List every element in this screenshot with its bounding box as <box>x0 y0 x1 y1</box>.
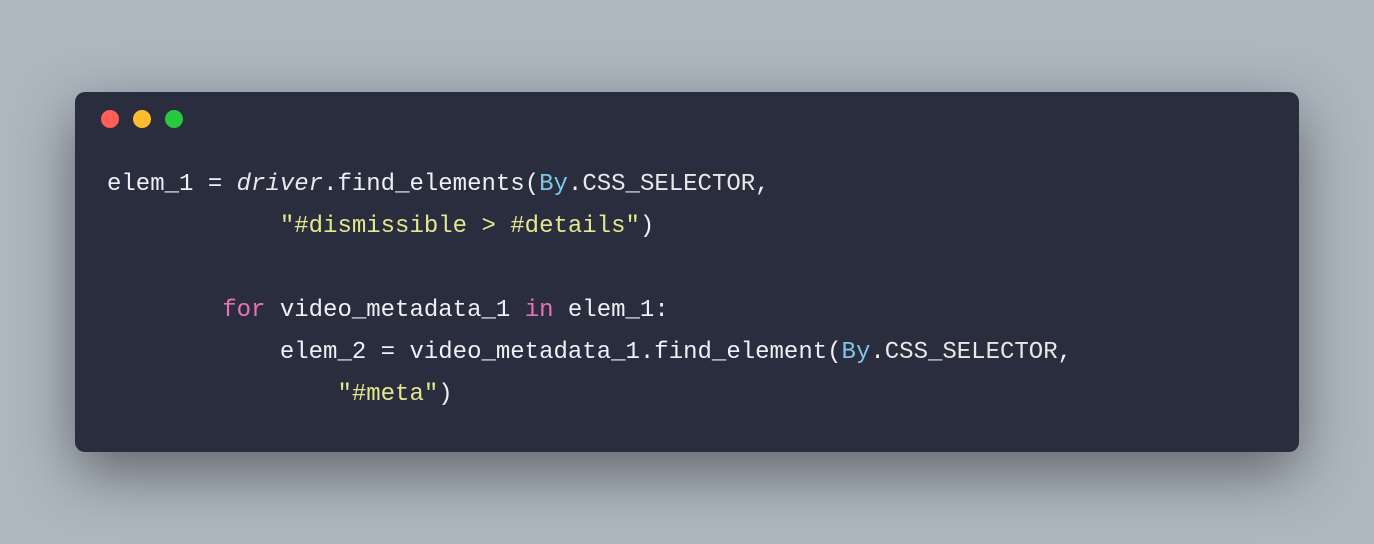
minimize-icon[interactable] <box>133 110 151 128</box>
code-window: elem_1 = driver.find_elements(By.CSS_SEL… <box>75 92 1299 452</box>
code-token: = <box>381 339 395 366</box>
code-token <box>107 381 337 408</box>
code-token: ) <box>640 213 654 240</box>
code-token: "#meta" <box>337 381 438 408</box>
code-token: CSS_SELECTOR <box>885 339 1058 366</box>
close-icon[interactable] <box>101 110 119 128</box>
code-token <box>107 297 222 324</box>
code-token: elem_1 <box>107 171 208 198</box>
code-token: in <box>525 297 554 324</box>
code-token: , <box>755 171 769 198</box>
zoom-icon[interactable] <box>165 110 183 128</box>
code-token: By <box>842 339 871 366</box>
code-token: "#dismissible > #details" <box>280 213 640 240</box>
code-token: By <box>539 171 568 198</box>
code-token: , <box>1058 339 1072 366</box>
code-token: video_metadata_1.find_element( <box>395 339 841 366</box>
code-token: elem_1: <box>554 297 669 324</box>
code-token: . <box>568 171 582 198</box>
code-token: CSS_SELECTOR <box>582 171 755 198</box>
code-token <box>107 213 280 240</box>
code-token: elem_2 <box>107 339 381 366</box>
code-token: driver <box>237 171 323 198</box>
stage: elem_1 = driver.find_elements(By.CSS_SEL… <box>0 0 1374 544</box>
code-token: for <box>222 297 265 324</box>
code-block: elem_1 = driver.find_elements(By.CSS_SEL… <box>75 146 1299 416</box>
code-token <box>222 171 236 198</box>
window-titlebar <box>75 92 1299 146</box>
code-token: = <box>208 171 222 198</box>
code-token: .find_elements( <box>323 171 539 198</box>
code-token: . <box>870 339 884 366</box>
code-token: video_metadata_1 <box>265 297 524 324</box>
code-token: ) <box>438 381 452 408</box>
